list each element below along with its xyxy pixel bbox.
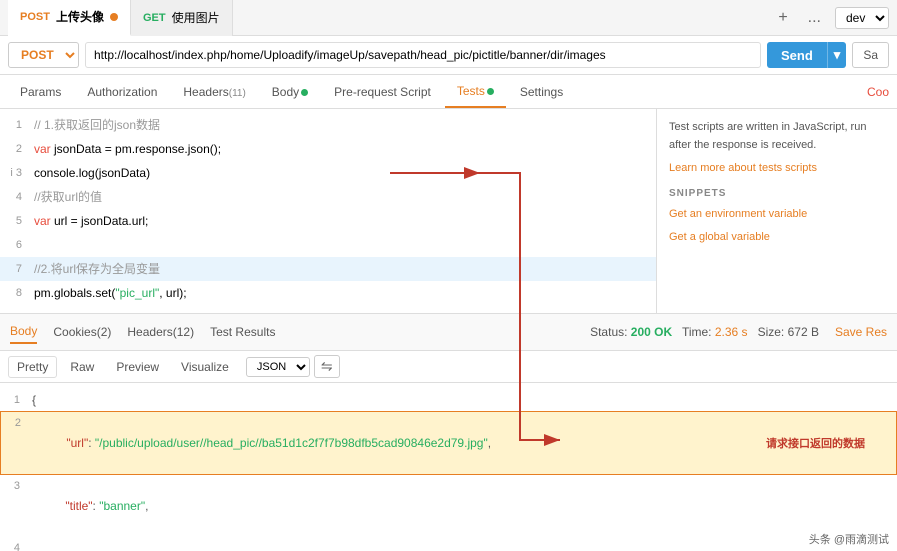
code-line-5: 5 var url = jsonData.url;	[0, 209, 656, 233]
code-line-8: 8 pm.globals.set("pic_url", url);	[0, 281, 656, 305]
tabs-bar: POST 上传头像 GET 使用图片 + ... dev	[0, 0, 897, 36]
snippets-title: SNIPPETS	[669, 186, 885, 202]
tab-method-post: POST	[20, 11, 50, 23]
line-content-4: //获取url的值	[30, 186, 656, 208]
resp-tab-testresults[interactable]: Test Results	[210, 321, 275, 343]
json-line-1: 1 {	[0, 389, 897, 411]
subtab-preview[interactable]: Preview	[107, 356, 168, 378]
send-label: Send	[767, 43, 827, 68]
subtab-raw[interactable]: Raw	[61, 356, 103, 378]
format-select[interactable]: JSON	[246, 357, 310, 377]
line-num-8: 8	[0, 282, 30, 304]
wrap-icon-button[interactable]: ⇋	[314, 355, 340, 378]
subtab-visualize[interactable]: Visualize	[172, 356, 238, 378]
response-header: Body Cookies(2) Headers(12) Test Results…	[0, 314, 897, 351]
line-num-5: 5	[0, 210, 30, 232]
annotation-label: 请求接口返回的数据	[766, 435, 865, 451]
response-status: Status: 200 OK Time: 2.36 s Size: 672 B	[590, 325, 819, 339]
tab-controls: + ... dev	[772, 7, 889, 29]
app-container: POST 上传头像 GET 使用图片 + ... dev POST Send ▾…	[0, 0, 897, 551]
save-response-button[interactable]: Save Res	[835, 325, 887, 339]
json-line-2: 2 "url": "/public/upload/user//head_pic/…	[0, 411, 897, 475]
line-content-1: // 1.获取返回的json数据	[30, 114, 656, 136]
send-arrow-icon[interactable]: ▾	[827, 42, 847, 68]
code-line-4: 4 //获取url的值	[0, 185, 656, 209]
tab-post-upload[interactable]: POST 上传头像	[8, 0, 131, 36]
snippet-env-var[interactable]: Get an environment variable	[669, 206, 885, 224]
json-line-4: 4 "original": "",	[0, 537, 897, 551]
snippet-global-var[interactable]: Get a global variable	[669, 229, 885, 247]
test-sidebar: Test scripts are written in JavaScript, …	[657, 109, 897, 313]
subtab-pretty[interactable]: Pretty	[8, 356, 57, 378]
environment-select[interactable]: dev	[835, 7, 889, 29]
add-tab-button[interactable]: +	[772, 7, 793, 29]
line-content-3: console.log(jsonData)	[30, 162, 656, 184]
method-select[interactable]: POST	[8, 42, 79, 68]
resp-tab-body[interactable]: Body	[10, 320, 37, 344]
nav-params[interactable]: Params	[8, 77, 73, 107]
tab-method-get: GET	[143, 12, 166, 24]
main-area: 1 // 1.获取返回的json数据 2 var jsonData = pm.r…	[0, 109, 897, 314]
line-num-6: 6	[0, 234, 30, 256]
line-content-5: var url = jsonData.url;	[30, 210, 656, 232]
line-content-7: //2.将url保存为全局变量	[30, 258, 656, 280]
nav-authorization[interactable]: Authorization	[75, 77, 169, 107]
url-input[interactable]	[85, 42, 761, 68]
line-content-2: var jsonData = pm.response.json();	[30, 138, 656, 160]
nav-cookies[interactable]: Coo	[867, 85, 889, 99]
nav-body[interactable]: Body	[260, 77, 320, 107]
resp-tab-headers[interactable]: Headers(12)	[127, 321, 194, 343]
code-editor[interactable]: 1 // 1.获取返回的json数据 2 var jsonData = pm.r…	[0, 109, 657, 313]
response-subtabs: Pretty Raw Preview Visualize JSON ⇋	[0, 351, 897, 383]
line-num-4: 4	[0, 186, 30, 208]
time-value: 2.36 s	[715, 325, 748, 339]
tests-active-dot	[487, 88, 494, 95]
nav-settings[interactable]: Settings	[508, 77, 575, 107]
sidebar-description: Test scripts are written in JavaScript, …	[669, 119, 885, 154]
nav-prerequest[interactable]: Pre-request Script	[322, 77, 443, 107]
url-bar: POST Send ▾ Sa	[0, 36, 897, 75]
code-line-3: i 3 console.log(jsonData)	[0, 161, 656, 185]
headers-badge: (11)	[229, 88, 246, 99]
tab-active-dot	[110, 13, 118, 21]
more-tabs-button[interactable]: ...	[802, 7, 827, 29]
nav-headers[interactable]: Headers(11)	[171, 77, 257, 107]
code-line-1: 1 // 1.获取返回的json数据	[0, 113, 656, 137]
resp-tab-cookies[interactable]: Cookies(2)	[53, 321, 111, 343]
code-line-6: 6	[0, 233, 656, 257]
code-line-7: 7 //2.将url保存为全局变量	[0, 257, 656, 281]
line-num-1: 1	[0, 114, 30, 136]
line-content-8: pm.globals.set("pic_url", url);	[30, 282, 656, 304]
tab-label-upload: 上传头像	[56, 8, 104, 25]
line-num-7: 7	[0, 258, 30, 280]
tab-label-image: 使用图片	[172, 9, 220, 26]
learn-more-link[interactable]: Learn more about tests scripts	[669, 162, 817, 174]
json-line-3: 3 "title": "banner",	[0, 475, 897, 537]
status-ok: 200 OK	[631, 325, 672, 339]
save-button[interactable]: Sa	[852, 42, 889, 68]
json-body: 1 { 2 "url": "/public/upload/user//head_…	[0, 383, 897, 551]
request-nav: Params Authorization Headers(11) Body Pr…	[0, 75, 897, 109]
line-num-2: 2	[0, 138, 30, 160]
watermark: 头条 @雨滴测试	[809, 531, 889, 547]
code-line-2: 2 var jsonData = pm.response.json();	[0, 137, 656, 161]
body-active-dot	[301, 89, 308, 96]
tab-get-image[interactable]: GET 使用图片	[131, 0, 233, 36]
nav-tests[interactable]: Tests	[445, 76, 506, 108]
line-num-3: i 3	[0, 162, 30, 184]
send-button[interactable]: Send ▾	[767, 42, 846, 68]
